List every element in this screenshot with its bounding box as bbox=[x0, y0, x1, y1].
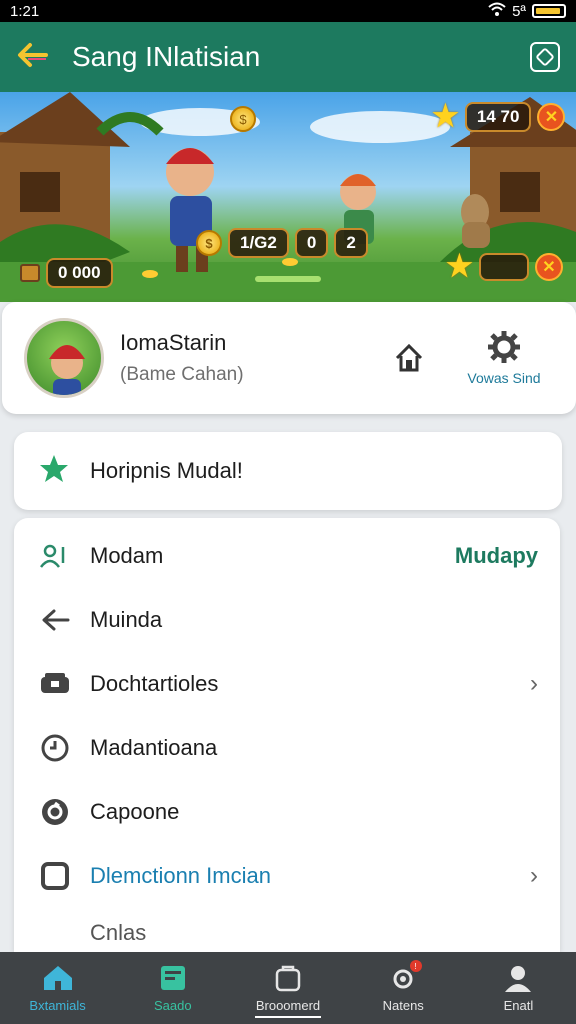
status-bar: 1:21 5ª bbox=[0, 0, 576, 22]
settings-button[interactable]: Vowas Sind bbox=[454, 330, 554, 386]
clock-icon bbox=[38, 731, 72, 765]
menu-label: Madantioana bbox=[90, 735, 218, 760]
avatar-character-icon bbox=[49, 345, 85, 395]
nav-label: Brooomerd bbox=[255, 997, 321, 1013]
wifi-icon bbox=[488, 2, 506, 20]
battery-icon bbox=[532, 4, 566, 18]
menu-label: Muinda bbox=[90, 607, 163, 632]
menu-item-partial[interactable]: Cnlas bbox=[14, 908, 560, 958]
users-icon bbox=[38, 539, 72, 573]
left-counter: 0 000 bbox=[46, 258, 113, 288]
star-icon: ★ bbox=[446, 250, 473, 283]
menu-label: Dlemctionn Imcian bbox=[90, 863, 271, 888]
top-score-hud: ★ 14 70 ✕ bbox=[432, 100, 566, 133]
home-icon bbox=[43, 965, 72, 990]
menu-label: Modam bbox=[90, 543, 164, 568]
bottom-right-pill bbox=[478, 253, 529, 281]
star-icon: ★ bbox=[432, 100, 459, 133]
nav-label: Saado bbox=[154, 997, 192, 1013]
home-icon bbox=[395, 343, 423, 372]
bag-icon bbox=[275, 965, 301, 991]
menu-value: Mudapy bbox=[454, 543, 538, 568]
app-title: Sang INlatisian bbox=[72, 41, 261, 72]
menu-item-modam[interactable]: Modam Mudapy bbox=[14, 524, 560, 588]
coin-icon: $ bbox=[196, 230, 222, 256]
nav-label: Enatl bbox=[503, 997, 534, 1013]
nav-item-saado[interactable]: Saado bbox=[115, 952, 230, 1024]
square-icon bbox=[38, 859, 72, 893]
menu-item-dochtartioles[interactable]: Dochtartioles › bbox=[14, 652, 560, 716]
game-banner: $ ★ 14 70 ✕ 0 000 $ 1/G2 0 2 ★ ✕ bbox=[0, 92, 576, 302]
chevron-right-icon: › bbox=[530, 862, 538, 889]
menu-item-muinda[interactable]: Muinda bbox=[14, 588, 560, 652]
nav-label: Natens bbox=[382, 997, 424, 1013]
status-time: 1:21 bbox=[10, 2, 40, 20]
treasure-icon bbox=[20, 264, 40, 282]
left-resource-hud: 0 000 bbox=[20, 258, 113, 288]
center-stats-hud: $ 1/G2 0 2 bbox=[196, 228, 368, 258]
center-counter-c: 2 bbox=[334, 228, 368, 258]
settings-label: Vowas Sind bbox=[467, 370, 541, 386]
profile-subtitle: (Bame Cahan) bbox=[120, 364, 244, 385]
nav-item-bxtamials[interactable]: Bxtamials bbox=[0, 952, 115, 1024]
close-badge-icon[interactable]: ✕ bbox=[537, 103, 566, 131]
center-counter-b: 0 bbox=[294, 228, 329, 258]
bottom-nav: Bxtamials Saado Brooomerd ! Natens Enatl bbox=[0, 952, 576, 1024]
signal-text: 5ª bbox=[512, 2, 526, 20]
coin-icon: $ bbox=[230, 106, 256, 132]
settings-menu: Modam Mudapy Muinda Dochtartioles › Mada… bbox=[14, 518, 560, 952]
home-button[interactable] bbox=[364, 342, 454, 374]
chest-icon bbox=[38, 667, 72, 701]
achievement-card[interactable]: Horipnis Mudal! bbox=[14, 432, 562, 510]
profile-name: IomaStarin bbox=[120, 330, 227, 355]
top-counter: 14 70 bbox=[464, 102, 532, 132]
gear-icon bbox=[488, 331, 520, 363]
star-badge-icon bbox=[38, 453, 70, 490]
close-badge-icon[interactable]: ✕ bbox=[534, 253, 563, 281]
card-icon bbox=[160, 965, 185, 990]
app-action-button[interactable] bbox=[530, 42, 560, 72]
nav-item-brooomerd[interactable]: Brooomerd bbox=[230, 952, 345, 1024]
menu-item-dlemctionn[interactable]: Dlemctionn Imcian › bbox=[14, 844, 560, 908]
back-arrow-icon bbox=[38, 603, 72, 637]
nav-item-natens[interactable]: ! Natens bbox=[346, 952, 461, 1024]
app-bar: Sang INlatisian bbox=[0, 22, 576, 92]
status-icons: 5ª bbox=[488, 2, 566, 20]
menu-item-capoone[interactable]: Capoone bbox=[14, 780, 560, 844]
back-arrow-icon[interactable] bbox=[16, 41, 56, 74]
center-counter-a: 1/G2 bbox=[228, 228, 289, 258]
notification-badge: ! bbox=[409, 960, 422, 972]
person-icon bbox=[505, 965, 532, 992]
nav-item-enatl[interactable]: Enatl bbox=[461, 952, 576, 1024]
menu-label: Capoone bbox=[90, 799, 180, 824]
nav-label: Bxtamials bbox=[29, 997, 86, 1013]
avatar[interactable] bbox=[24, 318, 104, 398]
achievement-label: Horipnis Mudal! bbox=[90, 458, 243, 483]
active-underline bbox=[255, 1016, 321, 1018]
menu-item-madantioana[interactable]: Madantioana bbox=[14, 716, 560, 780]
refresh-icon bbox=[38, 795, 72, 829]
menu-label: Dochtartioles bbox=[90, 671, 219, 696]
chevron-right-icon: › bbox=[530, 670, 538, 697]
bottom-right-hud: ★ ✕ bbox=[446, 252, 563, 282]
profile-card: IomaStarin (Bame Cahan) Vowas Sind bbox=[2, 302, 576, 414]
diamond-icon bbox=[535, 47, 555, 67]
